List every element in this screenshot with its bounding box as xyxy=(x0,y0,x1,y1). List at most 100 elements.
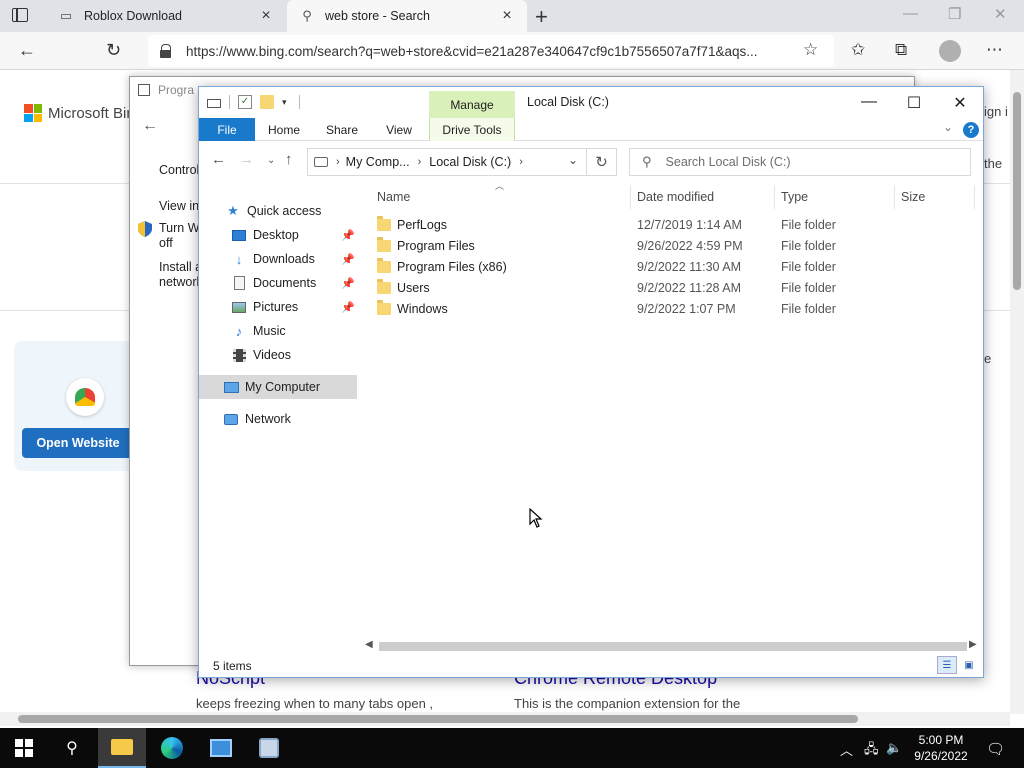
restore-icon[interactable]: ❐ xyxy=(948,5,961,23)
scrollbar-thumb[interactable] xyxy=(18,715,858,723)
refresh-icon[interactable]: ↻ xyxy=(587,148,617,176)
chevron-down-icon[interactable]: ⌄ xyxy=(568,153,578,167)
volume-icon[interactable]: 🔈 xyxy=(886,740,902,756)
page-vertical-scrollbar[interactable] xyxy=(1010,70,1024,714)
new-tab-icon[interactable]: + xyxy=(535,4,548,30)
tab-view[interactable]: View xyxy=(377,118,421,141)
file-explorer-taskbar-button[interactable] xyxy=(98,728,146,768)
column-header-name[interactable]: Name xyxy=(371,185,631,209)
nav-item-documents[interactable]: Documents 📌 xyxy=(199,271,357,295)
bing-logo[interactable]: Microsoft Bing xyxy=(24,104,143,122)
column-header-size[interactable]: Size xyxy=(895,185,975,209)
minimize-icon[interactable]: — xyxy=(903,5,918,22)
nav-item-music[interactable]: ♪ Music xyxy=(199,319,357,343)
column-header-date-modified[interactable]: Date modified xyxy=(631,185,775,209)
sign-in-fragment[interactable]: ign i xyxy=(984,104,1008,119)
close-tab-icon[interactable]: × xyxy=(258,7,274,25)
nav-item-my-computer[interactable]: My Computer xyxy=(199,375,357,399)
window-app-icon xyxy=(210,739,232,757)
tab-file[interactable]: File xyxy=(199,118,255,141)
chevron-right-icon[interactable]: › xyxy=(418,156,422,168)
file-list-horizontal-scrollbar[interactable]: ◀ ▶ xyxy=(361,638,983,655)
nav-item-network[interactable]: Network xyxy=(199,407,357,431)
start-button[interactable] xyxy=(0,728,48,768)
search-taskbar-button[interactable]: ⚲ xyxy=(48,728,96,768)
file-row[interactable]: Windows 9/2/2022 1:07 PM File folder xyxy=(365,299,965,320)
large-icons-view-icon[interactable]: ▣ xyxy=(959,656,979,674)
address-path[interactable]: › My Comp... › Local Disk (C:) › ⌄ xyxy=(307,148,587,176)
minimize-icon[interactable]: — xyxy=(859,93,879,111)
tab-roblox-download[interactable]: ▭ Roblox Download × xyxy=(46,0,286,32)
chevron-right-icon[interactable]: › xyxy=(336,156,340,168)
maximize-icon[interactable]: ☐ xyxy=(904,93,924,113)
control-panel-taskbar-button[interactable] xyxy=(245,728,293,768)
app-taskbar-button[interactable] xyxy=(197,728,245,768)
network-tray-icon[interactable]: 🖧 xyxy=(864,740,879,762)
close-icon[interactable]: ✕ xyxy=(950,93,970,113)
close-tab-icon[interactable]: × xyxy=(499,7,515,25)
chevron-right-icon[interactable]: › xyxy=(519,156,523,168)
tab-share[interactable]: Share xyxy=(319,118,365,141)
details-view-icon[interactable]: ☰ xyxy=(937,656,957,674)
search-input[interactable]: ⚲ Search Local Disk (C:) xyxy=(629,148,971,176)
breadcrumb-my-computer[interactable]: My Comp... xyxy=(346,155,410,169)
address-bar[interactable]: https://www.bing.com/search?q=web+store&… xyxy=(148,35,834,67)
nav-item-videos[interactable]: Videos xyxy=(199,343,357,367)
nav-item-quick-access[interactable]: ★ Quick access xyxy=(199,199,357,223)
up-icon[interactable]: ↑ xyxy=(285,151,293,168)
breadcrumb-local-disk[interactable]: Local Disk (C:) xyxy=(429,155,511,169)
page-horizontal-scrollbar[interactable] xyxy=(0,712,1010,726)
tab-drive-tools[interactable]: Drive Tools xyxy=(429,118,515,141)
file-row[interactable]: Users 9/2/2022 11:28 AM File folder xyxy=(365,278,965,299)
turn-windows-features-link-cont[interactable]: off xyxy=(159,236,173,251)
add-favorite-icon[interactable]: ☆ xyxy=(803,40,818,60)
back-icon[interactable]: ← xyxy=(211,151,226,168)
tab-actions-icon[interactable] xyxy=(12,8,28,22)
pin-icon[interactable]: 📌 xyxy=(341,277,355,290)
scroll-right-icon[interactable]: ▶ xyxy=(969,639,977,650)
collections-icon[interactable]: ⧉ xyxy=(895,40,907,60)
close-window-icon[interactable]: ✕ xyxy=(994,5,1007,23)
show-hidden-icons-icon[interactable]: ︿ xyxy=(840,740,853,759)
system-clock[interactable]: 5:00 PM 9/26/2022 xyxy=(906,732,976,764)
install-network-link-cont[interactable]: network xyxy=(159,275,203,290)
manage-tab[interactable]: Manage xyxy=(429,91,515,118)
open-website-button[interactable]: Open Website xyxy=(22,428,134,458)
more-menu-icon[interactable]: ⋯ xyxy=(986,40,1003,60)
favorites-icon[interactable]: ✩ xyxy=(851,40,865,60)
pin-icon[interactable]: 📌 xyxy=(341,253,355,266)
file-row[interactable]: PerfLogs 12/7/2019 1:14 AM File folder xyxy=(365,215,965,236)
refresh-icon[interactable]: ↻ xyxy=(106,40,121,61)
profile-avatar[interactable] xyxy=(939,40,961,62)
edge-taskbar-button[interactable] xyxy=(148,728,196,768)
scroll-left-icon[interactable]: ◀ xyxy=(365,639,373,650)
customize-toolbar-icon[interactable]: ▾ xyxy=(282,97,287,108)
file-row[interactable]: Program Files 9/26/2022 4:59 PM File fol… xyxy=(365,236,965,257)
expand-ribbon-icon[interactable]: ⌄ xyxy=(943,120,953,134)
back-icon[interactable]: ← xyxy=(18,40,36,61)
install-network-link[interactable]: Install a xyxy=(159,260,202,275)
forward-icon[interactable]: → xyxy=(239,151,254,168)
recent-locations-icon[interactable]: ⌄ xyxy=(267,155,275,166)
column-header-type[interactable]: Type xyxy=(775,185,895,209)
view-installed-link[interactable]: View in xyxy=(159,199,199,214)
tab-web-store-search[interactable]: ⚲ web store - Search × xyxy=(287,0,527,32)
control-panel-link[interactable]: Control xyxy=(159,163,199,178)
turn-windows-features-link[interactable]: Turn W xyxy=(159,221,200,236)
scrollbar-thumb[interactable] xyxy=(379,642,967,651)
url-text: https://www.bing.com/search?q=web+store&… xyxy=(186,43,758,59)
nav-item-pictures[interactable]: Pictures 📌 xyxy=(199,295,357,319)
download-icon: ↓ xyxy=(235,251,243,267)
scrollbar-thumb[interactable] xyxy=(1013,92,1021,290)
tab-home[interactable]: Home xyxy=(261,118,307,141)
file-row[interactable]: Program Files (x86) 9/2/2022 11:30 AM Fi… xyxy=(365,257,965,278)
notifications-icon[interactable]: 🗨 xyxy=(986,740,1005,758)
back-icon[interactable]: ← xyxy=(142,117,158,135)
properties-icon[interactable]: ✓ xyxy=(238,95,252,109)
pin-icon[interactable]: 📌 xyxy=(341,301,355,314)
nav-item-downloads[interactable]: ↓ Downloads 📌 xyxy=(199,247,357,271)
new-folder-icon[interactable] xyxy=(260,95,274,109)
help-icon[interactable]: ? xyxy=(963,122,979,138)
nav-item-desktop[interactable]: Desktop 📌 xyxy=(199,223,357,247)
pin-icon[interactable]: 📌 xyxy=(341,229,355,242)
